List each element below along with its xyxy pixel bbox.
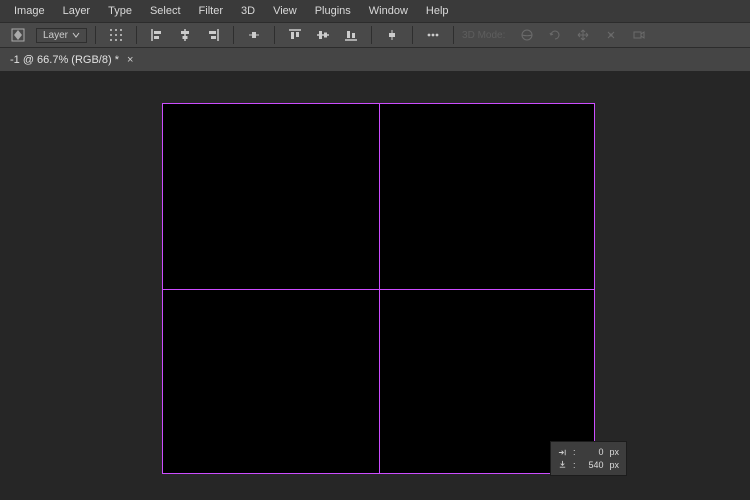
menu-image[interactable]: Image: [6, 2, 53, 20]
menu-view[interactable]: View: [265, 2, 305, 20]
mode-3d-label: 3D Mode:: [462, 30, 505, 41]
distribute-h-icon[interactable]: [242, 25, 266, 45]
menu-3d[interactable]: 3D: [233, 2, 263, 20]
guide-position-readout: : 0 px : 540 px: [550, 441, 627, 476]
3d-roll-icon: [543, 25, 567, 45]
tool-preset-icon[interactable]: [6, 25, 30, 45]
more-options-icon[interactable]: [421, 25, 445, 45]
align-center-v-icon[interactable]: [311, 25, 335, 45]
chevron-down-icon: [72, 31, 80, 39]
readout-colon: :: [573, 459, 576, 472]
distribute-v-icon[interactable]: [380, 25, 404, 45]
3d-pan-icon: [571, 25, 595, 45]
align-right-icon[interactable]: [201, 25, 225, 45]
divider: [412, 26, 413, 44]
3d-orbit-icon: [515, 25, 539, 45]
document-tab[interactable]: -1 @ 66.7% (RGB/8) * ×: [0, 48, 143, 71]
menu-bar: Image Layer Type Select Filter 3D View P…: [0, 0, 750, 22]
divider: [453, 26, 454, 44]
readout-h-unit: px: [610, 446, 620, 459]
canvas-document[interactable]: [163, 104, 594, 473]
menu-window[interactable]: Window: [361, 2, 416, 20]
menu-help[interactable]: Help: [418, 2, 457, 20]
divider: [233, 26, 234, 44]
auto-align-icon[interactable]: [104, 25, 128, 45]
3d-slide-icon: [599, 25, 623, 45]
menu-layer[interactable]: Layer: [55, 2, 99, 20]
align-left-icon[interactable]: [145, 25, 169, 45]
divider: [274, 26, 275, 44]
menu-select[interactable]: Select: [142, 2, 189, 20]
align-bottom-icon[interactable]: [339, 25, 363, 45]
divider: [371, 26, 372, 44]
align-center-h-icon[interactable]: [173, 25, 197, 45]
menu-filter[interactable]: Filter: [191, 2, 231, 20]
guide-horizontal[interactable]: [163, 289, 594, 290]
canvas-area[interactable]: : 0 px : 540 px: [0, 71, 750, 500]
readout-v-unit: px: [610, 459, 620, 472]
divider: [136, 26, 137, 44]
close-icon[interactable]: ×: [127, 54, 133, 66]
options-bar: Layer 3D Mode:: [0, 22, 750, 48]
document-tab-bar: -1 @ 66.7% (RGB/8) * ×: [0, 48, 750, 71]
readout-colon: :: [573, 446, 576, 459]
readout-v-value: 540: [582, 459, 604, 472]
document-tab-label: -1 @ 66.7% (RGB/8) *: [10, 54, 119, 66]
arrow-down-bar-icon: [558, 460, 567, 469]
menu-plugins[interactable]: Plugins: [307, 2, 359, 20]
readout-h-value: 0: [582, 446, 604, 459]
align-target-select[interactable]: Layer: [36, 28, 87, 43]
divider: [95, 26, 96, 44]
align-top-icon[interactable]: [283, 25, 307, 45]
arrow-right-bar-icon: [558, 448, 567, 457]
align-target-label: Layer: [43, 30, 68, 41]
3d-camera-icon: [627, 25, 651, 45]
menu-type[interactable]: Type: [100, 2, 140, 20]
